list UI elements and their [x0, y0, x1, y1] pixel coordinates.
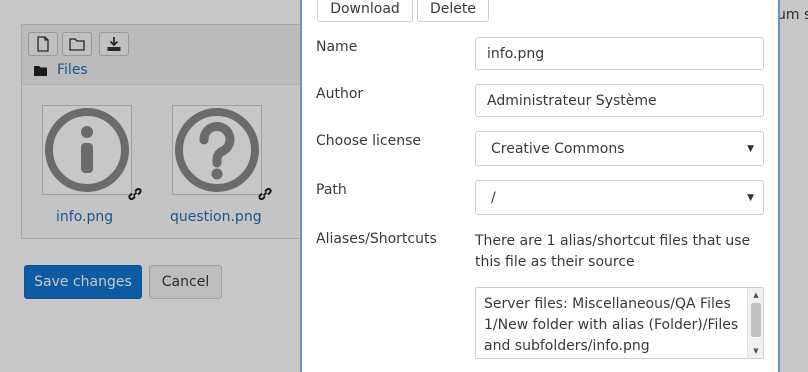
chevron-down-icon: ▼ [747, 143, 754, 154]
name-label: Name [316, 39, 358, 55]
file-details-dialog: Download Delete Name info.png Author Adm… [300, 0, 780, 372]
author-field[interactable]: Administrateur Système [475, 84, 764, 117]
aliases-list[interactable]: Server files: Miscellaneous/QA Files 1/N… [475, 287, 764, 359]
delete-button-label: Delete [430, 1, 476, 17]
download-button[interactable]: Download [317, 0, 413, 22]
aliases-scrollbar[interactable]: ▲ ▼ [747, 288, 763, 358]
license-label: Choose license [316, 133, 422, 149]
author-label: Author [316, 86, 364, 102]
name-field[interactable]: info.png [475, 37, 764, 70]
aliases-description: There are 1 alias/shortcut files that us… [475, 233, 751, 270]
path-selected-value: / [491, 189, 496, 206]
aliases-list-text: Server files: Miscellaneous/QA Files 1/N… [484, 296, 739, 354]
path-label: Path [316, 182, 347, 198]
chevron-down-icon: ▼ [747, 192, 754, 203]
scroll-up-icon[interactable]: ▲ [748, 288, 763, 302]
aliases-label: Aliases/Shortcuts [316, 231, 437, 247]
scrollbar-thumb[interactable] [751, 303, 761, 337]
license-selected-value: Creative Commons [491, 140, 625, 157]
delete-button[interactable]: Delete [417, 0, 489, 22]
license-select[interactable]: Creative Commons ▼ [475, 131, 764, 166]
scroll-down-icon[interactable]: ▼ [748, 344, 763, 358]
path-select[interactable]: / ▼ [475, 180, 764, 215]
download-button-label: Download [330, 1, 400, 17]
